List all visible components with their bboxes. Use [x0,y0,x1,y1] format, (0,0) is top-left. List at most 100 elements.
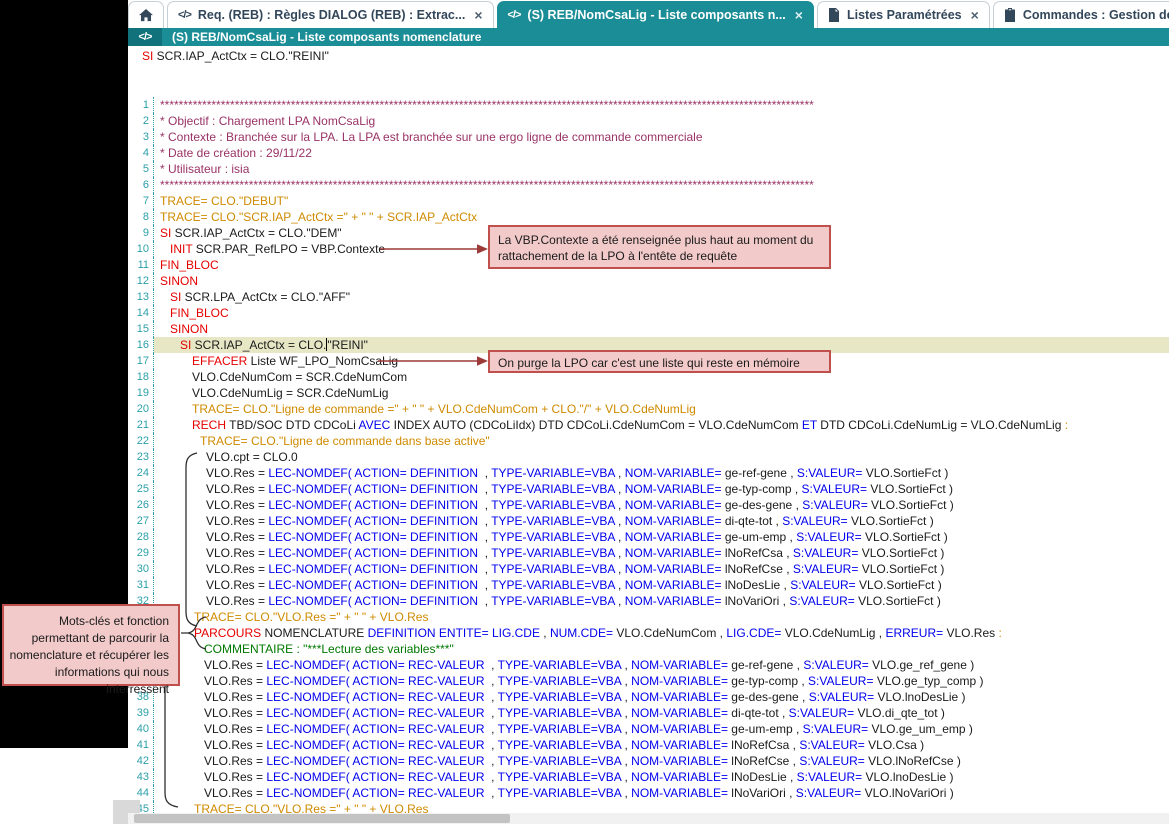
code-line-30[interactable]: 30VLO.Res = LEC-NOMDEF( ACTION= DEFINITI… [128,561,1169,577]
code-text: COMMENTAIRE : "***Lecture des variables*… [154,641,1169,657]
line-number: 44 [128,785,154,801]
code-line-20[interactable]: 20TRACE= CLO."Ligne de commande =" + " "… [128,401,1169,417]
code-text: VLO.Res = LEC-NOMDEF( ACTION= REC-VALEUR… [154,657,1169,673]
code-text: RECH TBD/SOC DTD CDCoLi AVEC INDEX AUTO … [154,417,1169,433]
code-line-32[interactable]: 32VLO.Res = LEC-NOMDEF( ACTION= DEFINITI… [128,593,1169,609]
code-line-15[interactable]: 15SINON [128,321,1169,337]
code-text: VLO.Res = LEC-NOMDEF( ACTION= DEFINITION… [154,465,1169,481]
code-line-33[interactable]: 33TRACE= CLO."VLO.Res =" + " " + VLO.Res [128,609,1169,625]
code-line-22[interactable]: 22TRACE= CLO."Ligne de commande dans bas… [128,433,1169,449]
line-number: 27 [128,513,154,529]
code-line-27[interactable]: 27VLO.Res = LEC-NOMDEF( ACTION= DEFINITI… [128,513,1169,529]
line-number: 42 [128,753,154,769]
tab-label: Commandes : Gestion des Commandes [1023,8,1169,22]
code-line-38[interactable]: 38VLO.Res = LEC-NOMDEF( ACTION= REC-VALE… [128,689,1169,705]
code-line-34[interactable]: 34PARCOURS NOMENCLATURE DEFINITION ENTIT… [128,625,1169,641]
code-text: TRACE= CLO."Ligne de commande =" + " " +… [154,401,1169,417]
line-number: 30 [128,561,154,577]
line-number: 40 [128,721,154,737]
code-line-25[interactable]: 25VLO.Res = LEC-NOMDEF( ACTION= DEFINITI… [128,481,1169,497]
code-text: SINON [154,273,1169,289]
tab-3[interactable]: Listes Paramétrées× [817,1,990,28]
line-number: 6 [128,177,154,193]
code-line-7[interactable]: 7TRACE= CLO."DEBUT" [128,193,1169,209]
tab-2[interactable]: </>(S) REB/NomCsaLig - Liste composants … [497,1,814,28]
code-text: VLO.Res = LEC-NOMDEF( ACTION= REC-VALEUR… [154,673,1169,689]
code-line-21[interactable]: 21RECH TBD/SOC DTD CDCoLi AVEC INDEX AUT… [128,417,1169,433]
code-text: ****************************************… [154,97,1169,113]
code-line-39[interactable]: 39VLO.Res = LEC-NOMDEF( ACTION= REC-VALE… [128,705,1169,721]
line-number: 19 [128,385,154,401]
code-line-24[interactable]: 24VLO.Res = LEC-NOMDEF( ACTION= DEFINITI… [128,465,1169,481]
code-line-26[interactable]: 26VLO.Res = LEC-NOMDEF( ACTION= DEFINITI… [128,497,1169,513]
code-line-1[interactable]: 1***************************************… [128,97,1169,113]
code-text: PARCOURS NOMENCLATURE DEFINITION ENTITE=… [154,625,1169,641]
code-line-40[interactable]: 40VLO.Res = LEC-NOMDEF( ACTION= REC-VALE… [128,721,1169,737]
code-line-5[interactable]: 5* Utilisateur : isia [128,161,1169,177]
code-text: SINON [154,321,1169,337]
tab-close-icon[interactable]: × [472,7,482,23]
tab-4[interactable]: Commandes : Gestion des Commandes [993,1,1169,28]
code-line-12[interactable]: 12SINON [128,273,1169,289]
code-text: VLO.Res = LEC-NOMDEF( ACTION= REC-VALEUR… [154,769,1169,785]
line-number: 22 [128,433,154,449]
code-line-29[interactable]: 29VLO.Res = LEC-NOMDEF( ACTION= DEFINITI… [128,545,1169,561]
code-line-23[interactable]: 23VLO.cpt = CLO.0 [128,449,1169,465]
code-line-31[interactable]: 31VLO.Res = LEC-NOMDEF( ACTION= DEFINITI… [128,577,1169,593]
horizontal-scrollbar[interactable] [128,813,1169,824]
code-line-28[interactable]: 28VLO.Res = LEC-NOMDEF( ACTION= DEFINITI… [128,529,1169,545]
document-icon [828,8,840,22]
line-number: 15 [128,321,154,337]
code-line-13[interactable]: 13SI SCR.LPA_ActCtx = CLO."AFF" [128,289,1169,305]
code-text: * Objectif : Chargement LPA NomCsaLig [154,113,1169,129]
code-line-44[interactable]: 44VLO.Res = LEC-NOMDEF( ACTION= REC-VALE… [128,785,1169,801]
code-line-41[interactable]: 41VLO.Res = LEC-NOMDEF( ACTION= REC-VALE… [128,737,1169,753]
line-number: 20 [128,401,154,417]
code-line-3[interactable]: 3* Contexte : Branchée sur la LPA. La LP… [128,129,1169,145]
code-text: TRACE= CLO."DEBUT" [154,193,1169,209]
line-number: 28 [128,529,154,545]
code-text: SI SCR.LPA_ActCtx = CLO."AFF" [154,289,1169,305]
code-editor[interactable]: 1***************************************… [128,97,1169,817]
annotation-box-vbp-contexte: La VBP.Contexte a été renseignée plus ha… [488,225,831,269]
code-text: VLO.Res = LEC-NOMDEF( ACTION= DEFINITION… [154,497,1169,513]
line-number: 11 [128,257,154,273]
code-line-4[interactable]: 4* Date de création : 29/11/22 [128,145,1169,161]
code-line-37[interactable]: 37VLO.Res = LEC-NOMDEF( ACTION= REC-VALE… [128,673,1169,689]
annotation-box-purge-lpo: On purge la LPO car c'est une liste qui … [488,350,831,373]
code-tag-icon: </> [178,9,191,21]
code-line-8[interactable]: 8TRACE= CLO."SCR.IAP_ActCtx =" + " " + S… [128,209,1169,225]
line-number: 18 [128,369,154,385]
code-line-19[interactable]: 19VLO.CdeNumLig = SCR.CdeNumLig [128,385,1169,401]
tab-1[interactable]: </> Req. (REB) : Règles DIALOG (REB) : Ex… [167,1,494,28]
code-line-36[interactable]: 36VLO.Res = LEC-NOMDEF( ACTION= REC-VALE… [128,657,1169,673]
line-number: 10 [128,241,154,257]
code-text: VLO.Res = LEC-NOMDEF( ACTION= REC-VALEUR… [154,705,1169,721]
line-number: 23 [128,449,154,465]
line-number: 41 [128,737,154,753]
code-line-2[interactable]: 2* Objectif : Chargement LPA NomCsaLig [128,113,1169,129]
tab-close-icon[interactable]: × [793,7,803,23]
code-line-42[interactable]: 42VLO.Res = LEC-NOMDEF( ACTION= REC-VALE… [128,753,1169,769]
code-text: VLO.Res = LEC-NOMDEF( ACTION= DEFINITION… [154,529,1169,545]
code-tag-icon: </> [508,9,521,21]
line-number: 2 [128,113,154,129]
code-text: VLO.cpt = CLO.0 [154,449,1169,465]
code-icon: </> [128,28,162,46]
horizontal-scrollbar-thumb[interactable] [134,814,510,823]
line-number: 13 [128,289,154,305]
tab-label: Req. (REB) : Règles DIALOG (REB) : Extra… [198,8,465,22]
code-line-14[interactable]: 14FIN_BLOC [128,305,1169,321]
code-line-43[interactable]: 43VLO.Res = LEC-NOMDEF( ACTION= REC-VALE… [128,769,1169,785]
context-breadcrumb-line: SI SCR.IAP_ActCtx = CLO."REINI" [142,49,329,63]
code-line-6[interactable]: 6***************************************… [128,177,1169,193]
line-number: 12 [128,273,154,289]
line-number: 1 [128,97,154,113]
tab-close-icon[interactable]: × [969,7,979,23]
line-number: 26 [128,497,154,513]
code-text: TRACE= CLO."Ligne de commande dans base … [154,433,1169,449]
annotation-box-mots-cles: Mots-clés et fonction permettant de parc… [2,604,180,686]
tab-home[interactable] [128,1,164,28]
code-line-35[interactable]: 35COMMENTAIRE : "***Lecture des variable… [128,641,1169,657]
document-title: (S) REB/NomCsaLig - Liste composants nom… [162,30,481,44]
